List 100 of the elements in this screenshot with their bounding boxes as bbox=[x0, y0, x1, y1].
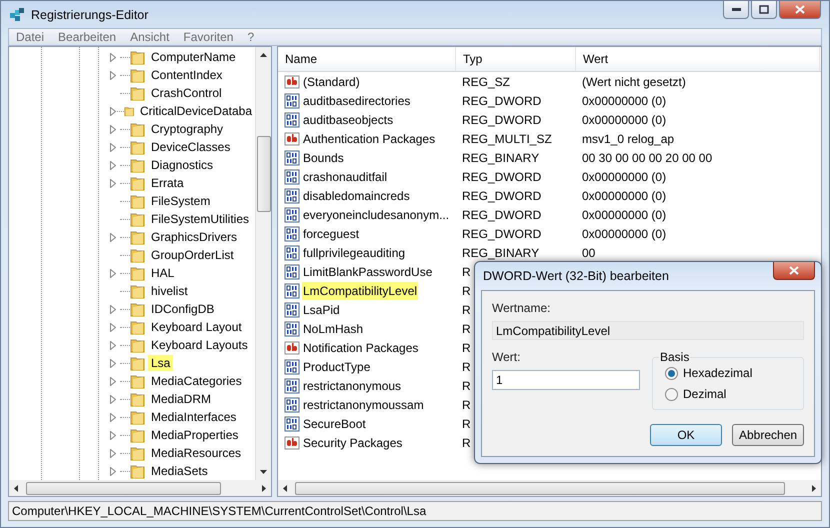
dialog-button[interactable]: OK bbox=[650, 424, 722, 446]
scroll-left-arrow[interactable] bbox=[13, 484, 20, 492]
tree-item[interactable]: GroupOrderList bbox=[148, 247, 237, 263]
expand-arrow-icon[interactable] bbox=[110, 142, 116, 152]
scroll-right-arrow[interactable] bbox=[260, 484, 267, 492]
tree-item[interactable]: Errata bbox=[148, 175, 187, 191]
column-header[interactable]: Wert bbox=[576, 47, 820, 71]
tree-item[interactable]: FileSystem bbox=[148, 193, 214, 209]
tree-item[interactable]: MediaResources bbox=[148, 445, 244, 461]
value-name[interactable]: LsaPid bbox=[302, 300, 341, 318]
minimize-button[interactable] bbox=[723, 1, 749, 19]
folder-icon bbox=[130, 391, 145, 407]
value-name[interactable]: restrictanonymoussam bbox=[302, 396, 425, 414]
value-name[interactable]: restrictanonymous bbox=[302, 376, 402, 394]
value-name[interactable]: ProductType bbox=[302, 358, 372, 376]
value-name[interactable]: forceguest bbox=[302, 224, 360, 242]
tree-item[interactable]: hivelist bbox=[148, 283, 191, 299]
value-input[interactable]: 1 bbox=[492, 370, 640, 390]
expand-arrow-icon[interactable] bbox=[110, 466, 116, 476]
value-name[interactable]: everyoneincludesanonym... bbox=[302, 206, 450, 224]
tree-item[interactable]: Cryptography bbox=[148, 121, 226, 137]
tree-item[interactable]: MediaInterfaces bbox=[148, 409, 240, 425]
menu-item[interactable]: Bearbeiten bbox=[58, 29, 116, 45]
tree-item[interactable]: Keyboard Layouts bbox=[148, 337, 251, 353]
expand-arrow-icon[interactable] bbox=[110, 160, 116, 170]
value-name[interactable]: Authentication Packages bbox=[302, 130, 436, 148]
value-type: REG_DWORD bbox=[461, 170, 542, 184]
tree-item[interactable]: ComputerName bbox=[148, 49, 239, 65]
expand-arrow-icon[interactable] bbox=[110, 52, 116, 62]
scrollbar-thumb[interactable] bbox=[256, 136, 270, 212]
tree-item[interactable]: Lsa bbox=[148, 355, 174, 371]
radio-button[interactable] bbox=[665, 366, 678, 380]
value-name[interactable]: auditbasedirectories bbox=[302, 92, 412, 110]
dialog-button[interactable]: Abbrechen bbox=[732, 424, 804, 446]
tree-item[interactable]: GraphicsDrivers bbox=[148, 229, 240, 245]
scrollbar-thumb[interactable] bbox=[295, 482, 785, 494]
menu-item[interactable]: Ansicht bbox=[130, 29, 170, 45]
value-name[interactable]: disabledomaincreds bbox=[302, 186, 411, 204]
scroll-down-arrow[interactable] bbox=[260, 469, 267, 476]
value-name[interactable]: Bounds bbox=[302, 148, 345, 166]
expand-arrow-icon[interactable] bbox=[110, 412, 116, 422]
expand-arrow-icon[interactable] bbox=[110, 448, 116, 458]
tree-item[interactable]: IDConfigDB bbox=[148, 301, 218, 317]
expand-arrow-icon[interactable] bbox=[110, 358, 116, 368]
menu-item[interactable]: ? bbox=[247, 29, 254, 45]
expand-arrow-icon[interactable] bbox=[110, 232, 116, 242]
scroll-right-arrow[interactable] bbox=[810, 484, 817, 492]
window-title: Registrierungs-Editor bbox=[31, 8, 150, 22]
expand-arrow-icon[interactable] bbox=[110, 322, 116, 332]
scroll-up-arrow[interactable] bbox=[260, 51, 267, 58]
value-name[interactable]: Security Packages bbox=[302, 434, 404, 452]
expand-arrow-icon[interactable] bbox=[110, 430, 116, 440]
tree-item[interactable]: DeviceClasses bbox=[148, 139, 234, 155]
value-name[interactable]: NoLmHash bbox=[302, 320, 364, 338]
expand-arrow-icon[interactable] bbox=[110, 124, 116, 134]
tree-item[interactable]: MediaDRM bbox=[148, 391, 214, 407]
value-name[interactable]: auditbaseobjects bbox=[302, 110, 394, 128]
value-name[interactable]: (Standard) bbox=[302, 72, 361, 90]
tree-item[interactable]: FileSystemUtilities bbox=[148, 211, 252, 227]
tree-item[interactable]: CriticalDeviceDataba bbox=[136, 103, 255, 119]
value-name[interactable]: SecureBoot bbox=[302, 414, 367, 432]
expand-arrow-icon[interactable] bbox=[110, 268, 116, 278]
scroll-left-arrow[interactable] bbox=[282, 484, 289, 492]
horizontal-scrollbar[interactable] bbox=[9, 480, 271, 496]
expand-arrow-icon[interactable] bbox=[110, 178, 116, 188]
menu-item[interactable]: Datei bbox=[16, 29, 44, 45]
close-button[interactable] bbox=[779, 1, 821, 19]
tree-item[interactable]: Diagnostics bbox=[148, 157, 216, 173]
tree-item[interactable]: Keyboard Layout bbox=[148, 319, 245, 335]
tree-item[interactable]: MediaProperties bbox=[148, 427, 242, 443]
expand-arrow-icon[interactable] bbox=[110, 340, 116, 350]
radio-button[interactable] bbox=[665, 388, 678, 400]
vertical-scrollbar[interactable] bbox=[255, 47, 271, 480]
value-name[interactable]: fullprivilegeauditing bbox=[302, 244, 406, 262]
value-name[interactable]: Notification Packages bbox=[302, 338, 420, 356]
expand-arrow-icon[interactable] bbox=[110, 304, 116, 314]
horizontal-scrollbar[interactable] bbox=[278, 480, 821, 496]
value-name[interactable]: LimitBlankPasswordUse bbox=[302, 262, 434, 280]
value-name[interactable]: crashonauditfail bbox=[302, 168, 388, 186]
scrollbar-thumb[interactable] bbox=[26, 482, 221, 494]
column-header[interactable]: Name bbox=[278, 47, 456, 71]
expand-arrow-icon[interactable] bbox=[110, 70, 116, 80]
tree-item[interactable]: HAL bbox=[148, 265, 178, 281]
tree-item[interactable]: MediaSets bbox=[148, 463, 211, 479]
tree-item[interactable]: CrashControl bbox=[148, 85, 225, 101]
column-header[interactable]: Typ bbox=[456, 47, 576, 71]
expand-arrow-icon[interactable] bbox=[110, 376, 116, 386]
tree-item[interactable]: ContentIndex bbox=[148, 67, 226, 83]
maximize-button[interactable] bbox=[751, 1, 777, 19]
folder-icon bbox=[130, 355, 145, 371]
value-name[interactable]: LmCompatibilityLevel bbox=[302, 282, 418, 300]
value-data: 00 30 00 00 00 20 00 00 bbox=[581, 150, 714, 164]
menu-item[interactable]: Favoriten bbox=[183, 29, 234, 45]
group-label: Basis bbox=[659, 350, 690, 364]
close-button[interactable] bbox=[773, 262, 815, 280]
binary-value-icon bbox=[284, 320, 300, 336]
expand-arrow-icon[interactable] bbox=[110, 394, 116, 404]
binary-value-icon bbox=[284, 378, 300, 394]
tree-item[interactable]: MediaCategories bbox=[148, 373, 245, 389]
expand-arrow-icon[interactable] bbox=[110, 106, 116, 116]
